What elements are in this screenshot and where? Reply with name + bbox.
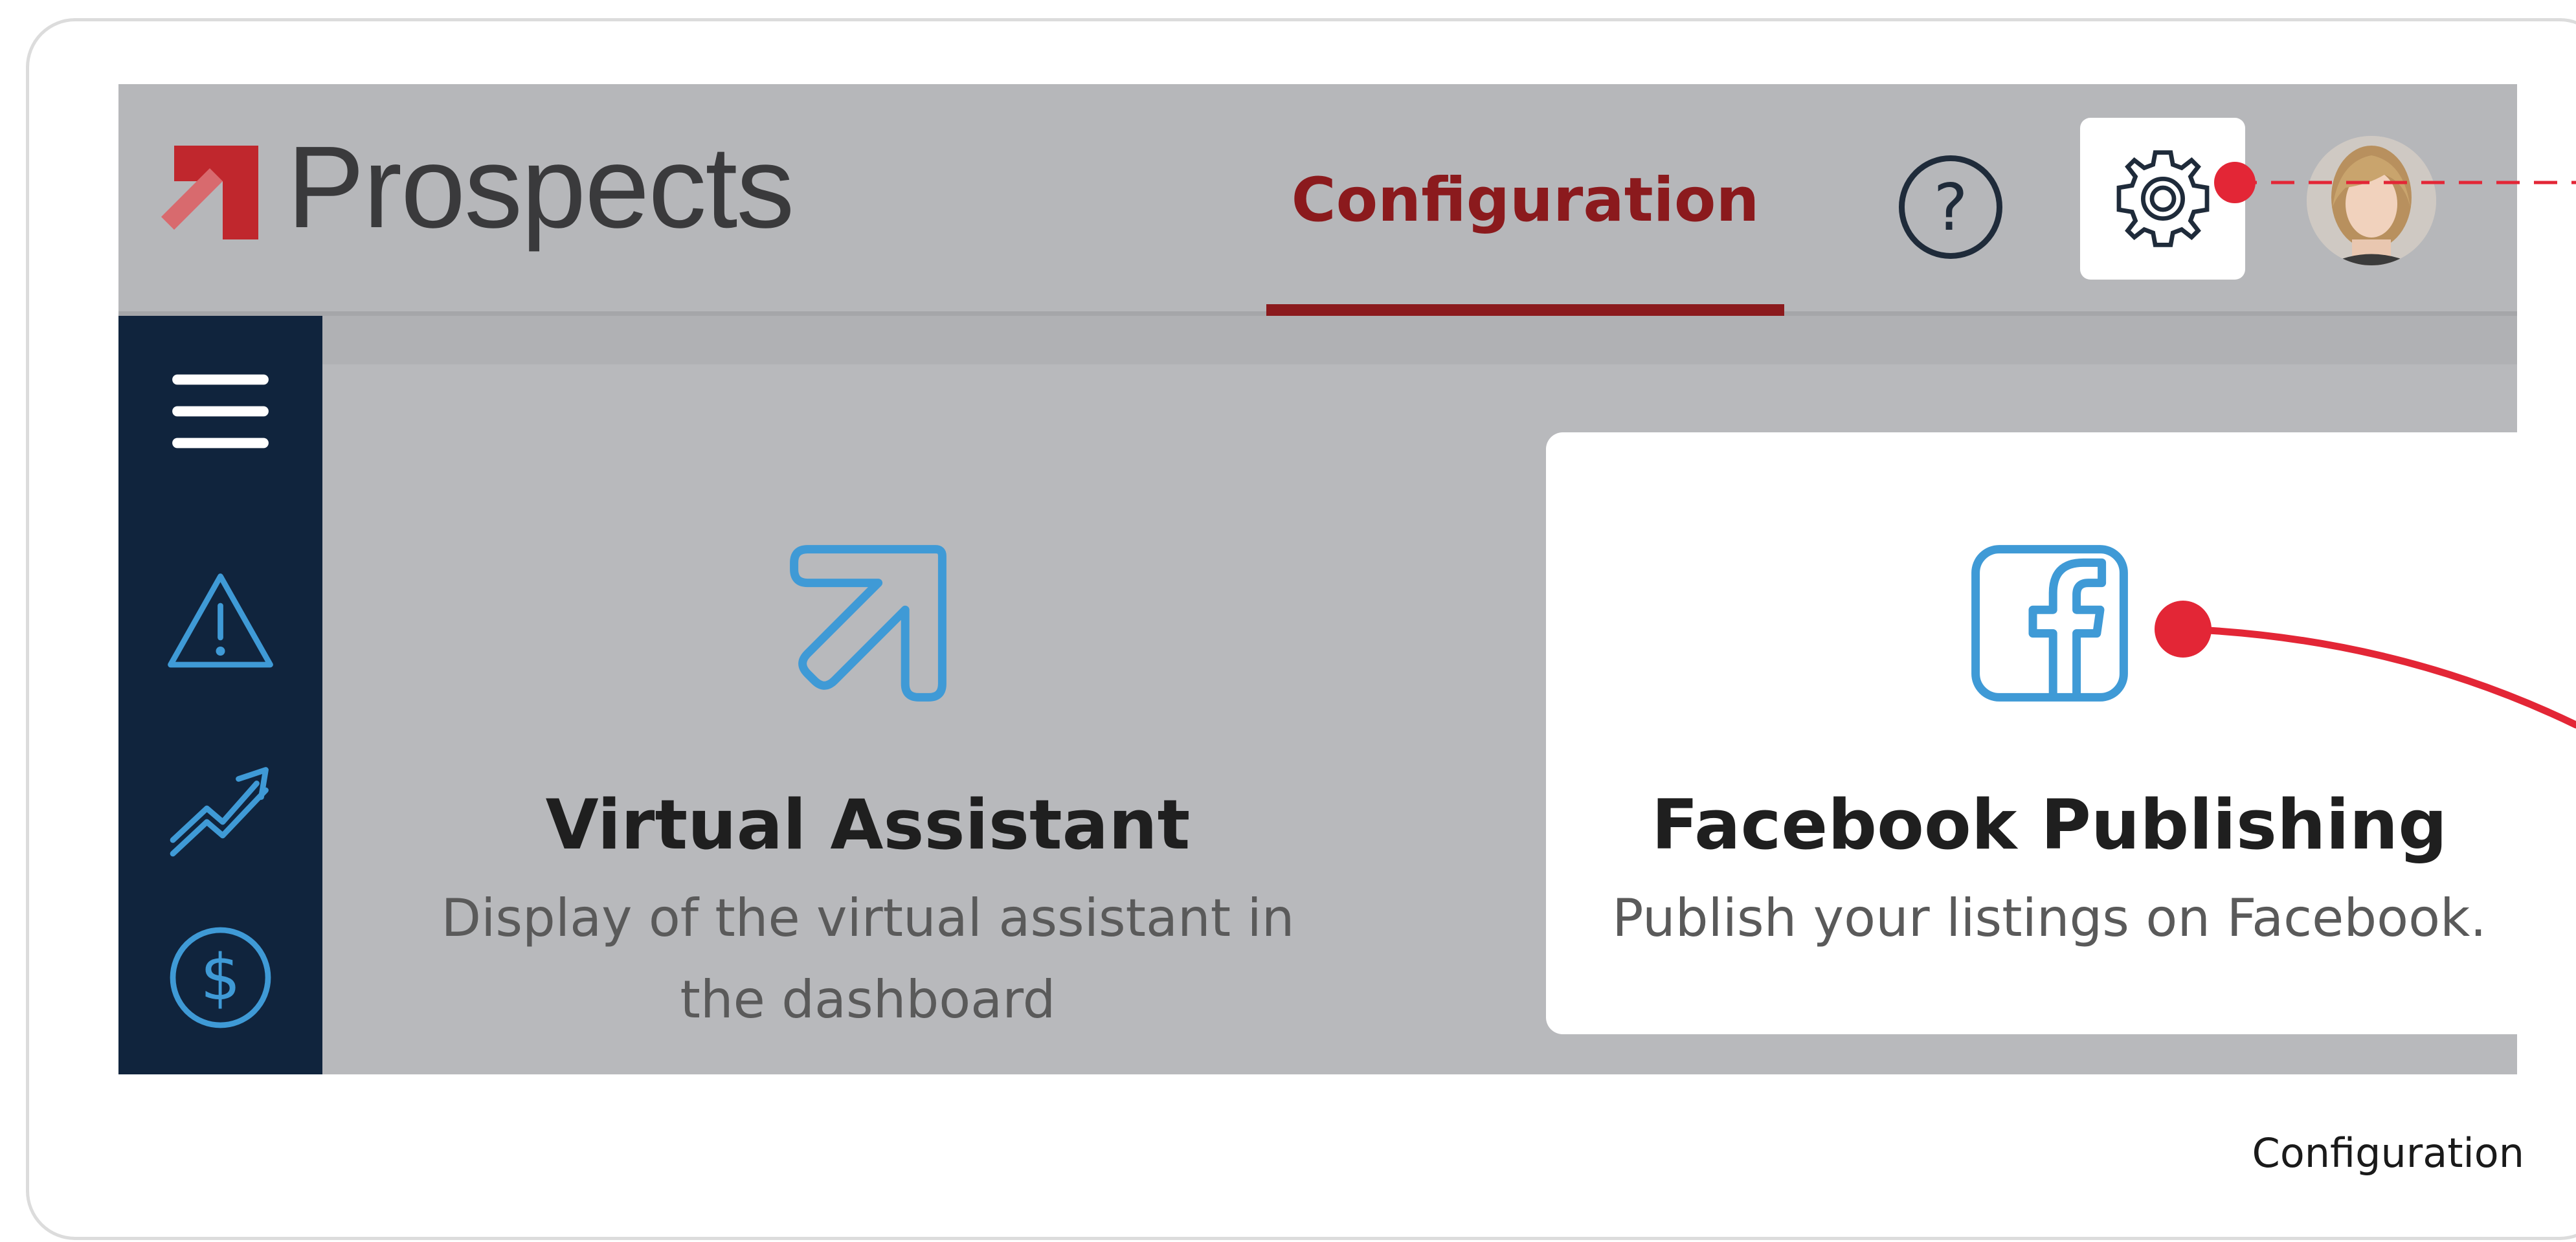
card-title: Facebook Publishing [1651, 785, 2448, 865]
top-navigation-bar: Prospects Configuration ? [118, 84, 2517, 316]
slide-caption: Configuration [2252, 1129, 2524, 1177]
settings-button[interactable] [2080, 118, 2245, 280]
svg-text:$: $ [200, 941, 240, 1015]
tab-configuration-label: Configuration [1291, 164, 1760, 236]
prospects-logo-icon [161, 146, 258, 239]
arrow-up-right-icon [789, 545, 946, 702]
dollar-icon[interactable]: $ [164, 921, 277, 1034]
active-tab-indicator [1266, 304, 1784, 316]
hamburger-menu-icon[interactable] [164, 355, 277, 468]
card-description: Publish your listings on Facebook. [1612, 888, 2487, 948]
gear-icon [2116, 150, 2209, 247]
card-title: Virtual Assistant [545, 785, 1191, 865]
tab-configuration[interactable]: Configuration [1266, 84, 1784, 316]
user-avatar[interactable] [2307, 136, 2436, 265]
avatar-portrait [2307, 136, 2436, 265]
facebook-publishing-card[interactable]: Facebook Publishing Publish your listing… [1546, 432, 2517, 1034]
card-description: Display of the virtual assistant in the … [441, 888, 1295, 1030]
warning-triangle-icon[interactable] [164, 565, 277, 678]
sidebar: $ [118, 316, 322, 1074]
facebook-icon [1971, 545, 2128, 702]
main-content: Virtual Assistant Display of the virtual… [322, 316, 2517, 1074]
virtual-assistant-card[interactable]: Virtual Assistant Display of the virtual… [368, 432, 1368, 1034]
trending-up-icon[interactable] [164, 749, 277, 863]
app-logo-text: Prospects [287, 122, 794, 252]
help-icon[interactable]: ? [1899, 155, 2002, 259]
app-window: Prospects Configuration ? $ Virtual Assi… [118, 84, 2517, 1074]
content-header-strip [322, 316, 2517, 364]
